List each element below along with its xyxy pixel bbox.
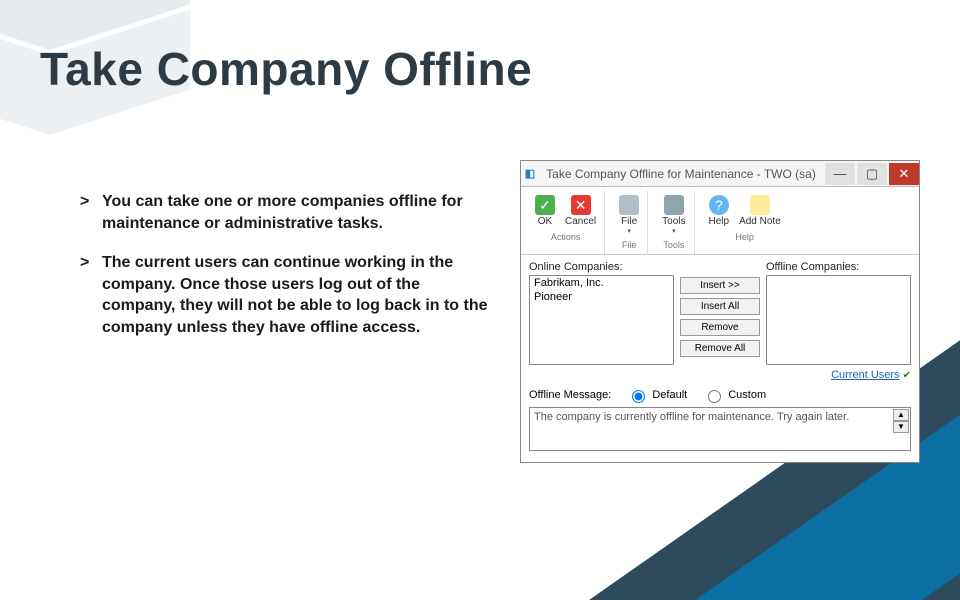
bullet-list: You can take one or more companies offli… bbox=[40, 191, 490, 357]
tools-menu[interactable]: Tools ▾ bbox=[658, 193, 689, 237]
dialog-title: Take Company Offline for Maintenance - T… bbox=[539, 167, 823, 181]
offline-companies-list[interactable] bbox=[766, 275, 911, 365]
maximize-button[interactable]: ▢ bbox=[857, 163, 887, 185]
file-icon bbox=[619, 195, 639, 215]
app-icon: ◧ bbox=[521, 167, 539, 180]
group-label: Actions bbox=[551, 232, 581, 242]
online-companies-list[interactable]: Fabrikam, Inc. Pioneer bbox=[529, 275, 674, 365]
help-icon: ? bbox=[709, 195, 729, 215]
current-users-link[interactable]: Current Users bbox=[831, 369, 899, 381]
chevron-down-icon: ▾ bbox=[627, 227, 631, 235]
remove-all-button[interactable]: Remove All bbox=[680, 340, 760, 357]
spinner-up[interactable]: ▲ bbox=[893, 409, 909, 421]
tools-icon bbox=[664, 195, 684, 215]
help-button[interactable]: ? Help bbox=[705, 193, 734, 229]
group-label: Tools bbox=[663, 240, 684, 250]
dialog-titlebar: ◧ Take Company Offline for Maintenance -… bbox=[521, 161, 919, 187]
chevron-down-icon: ▾ bbox=[672, 227, 676, 235]
close-button[interactable]: ✕ bbox=[889, 163, 919, 185]
remove-button[interactable]: Remove bbox=[680, 319, 760, 336]
slide-title: Take Company Offline bbox=[40, 42, 532, 96]
file-menu[interactable]: File ▾ bbox=[615, 193, 643, 237]
group-label: Help bbox=[735, 232, 754, 242]
online-companies-label: Online Companies: bbox=[529, 261, 674, 273]
spinner-down[interactable]: ▼ bbox=[893, 421, 909, 433]
check-icon: ✓ bbox=[535, 195, 555, 215]
radio-custom[interactable]: Custom bbox=[703, 387, 766, 403]
offline-message-text[interactable] bbox=[529, 407, 911, 451]
offline-message-label: Offline Message: bbox=[529, 389, 611, 401]
list-item[interactable]: Fabrikam, Inc. bbox=[530, 276, 673, 290]
cancel-button[interactable]: ✕ Cancel bbox=[561, 193, 600, 229]
check-icon: ✔ bbox=[903, 370, 911, 381]
note-icon bbox=[750, 195, 770, 215]
radio-default[interactable]: Default bbox=[627, 387, 687, 403]
ok-button[interactable]: ✓ OK bbox=[531, 193, 559, 229]
group-label: File bbox=[622, 240, 637, 250]
dialog-window: ◧ Take Company Offline for Maintenance -… bbox=[520, 160, 920, 463]
bullet-item: The current users can continue working i… bbox=[80, 252, 490, 338]
offline-companies-label: Offline Companies: bbox=[766, 261, 911, 273]
cancel-icon: ✕ bbox=[571, 195, 591, 215]
ribbon-toolbar: ✓ OK ✕ Cancel Actions File ▾ File bbox=[521, 187, 919, 255]
insert-all-button[interactable]: Insert All bbox=[680, 298, 760, 315]
list-item[interactable]: Pioneer bbox=[530, 290, 673, 304]
minimize-button[interactable]: — bbox=[825, 163, 855, 185]
insert-button[interactable]: Insert >> bbox=[680, 277, 760, 294]
bullet-item: You can take one or more companies offli… bbox=[80, 191, 490, 234]
add-note-button[interactable]: Add Note bbox=[735, 193, 785, 229]
